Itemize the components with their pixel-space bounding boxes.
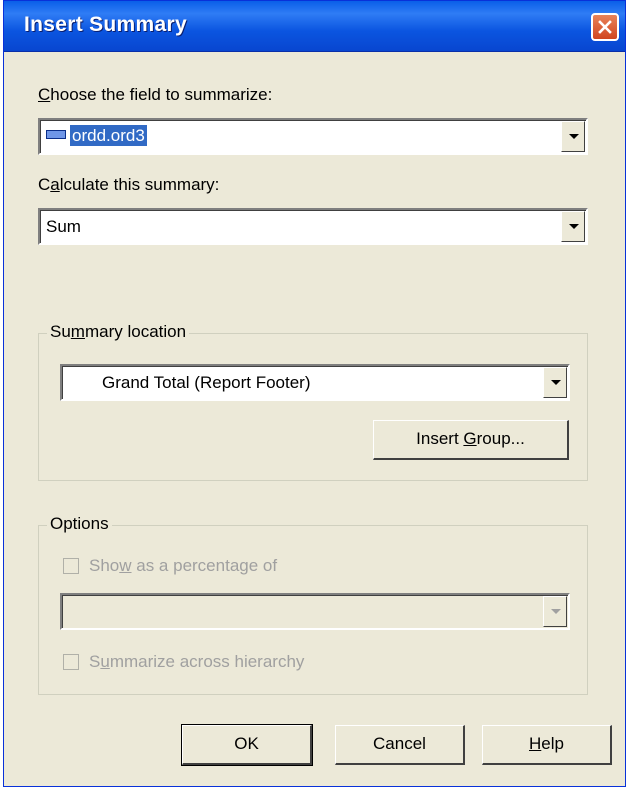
summary-dropdown-button[interactable] bbox=[561, 211, 585, 242]
field-dropdown-button[interactable] bbox=[561, 121, 585, 152]
insert-group-button[interactable]: Insert Group... bbox=[373, 420, 569, 460]
location-select-value: Grand Total (Report Footer) bbox=[102, 373, 311, 392]
help-button[interactable]: Help bbox=[482, 725, 612, 765]
summary-location-legend: Summary location bbox=[47, 322, 190, 342]
options-legend: Options bbox=[47, 514, 112, 534]
show-percentage-checkbox[interactable] bbox=[63, 558, 79, 574]
close-button[interactable] bbox=[591, 13, 619, 41]
field-select-value: ordd.ord3 bbox=[46, 125, 147, 146]
show-percentage-label: Show as a percentage of bbox=[89, 556, 278, 575]
summarize-across-hierarchy-label: Summarize across hierarchy bbox=[89, 652, 305, 671]
cancel-button[interactable]: Cancel bbox=[335, 725, 465, 765]
insert-summary-dialog: Insert Summary Choose the field to summa… bbox=[3, 0, 626, 787]
percentage-of-dropdown-button[interactable] bbox=[543, 596, 567, 627]
summary-label: Calculate this summary: bbox=[38, 175, 220, 194]
title-bar[interactable]: Insert Summary bbox=[4, 1, 625, 52]
chevron-down-icon bbox=[569, 224, 579, 229]
summary-select[interactable]: Sum bbox=[38, 208, 588, 245]
percentage-of-select[interactable] bbox=[60, 593, 570, 630]
summarize-across-hierarchy-checkbox[interactable] bbox=[63, 654, 79, 670]
field-icon bbox=[46, 130, 66, 140]
close-x-icon bbox=[598, 20, 612, 34]
summary-select-value: Sum bbox=[46, 217, 81, 236]
field-label: Choose the field to summarize: bbox=[38, 85, 273, 104]
location-dropdown-button[interactable] bbox=[543, 367, 567, 398]
field-select[interactable]: ordd.ord3 bbox=[38, 118, 588, 155]
chevron-down-icon bbox=[551, 609, 561, 614]
chevron-down-icon bbox=[551, 380, 561, 385]
location-select[interactable]: Grand Total (Report Footer) bbox=[60, 364, 570, 401]
chevron-down-icon bbox=[569, 134, 579, 139]
summary-location-group: Summary location Grand Total (Report Foo… bbox=[38, 322, 588, 481]
ok-button[interactable]: OK bbox=[181, 724, 313, 766]
options-group: Options Show as a percentage of Summariz… bbox=[38, 514, 588, 695]
dialog-title: Insert Summary bbox=[24, 13, 187, 36]
